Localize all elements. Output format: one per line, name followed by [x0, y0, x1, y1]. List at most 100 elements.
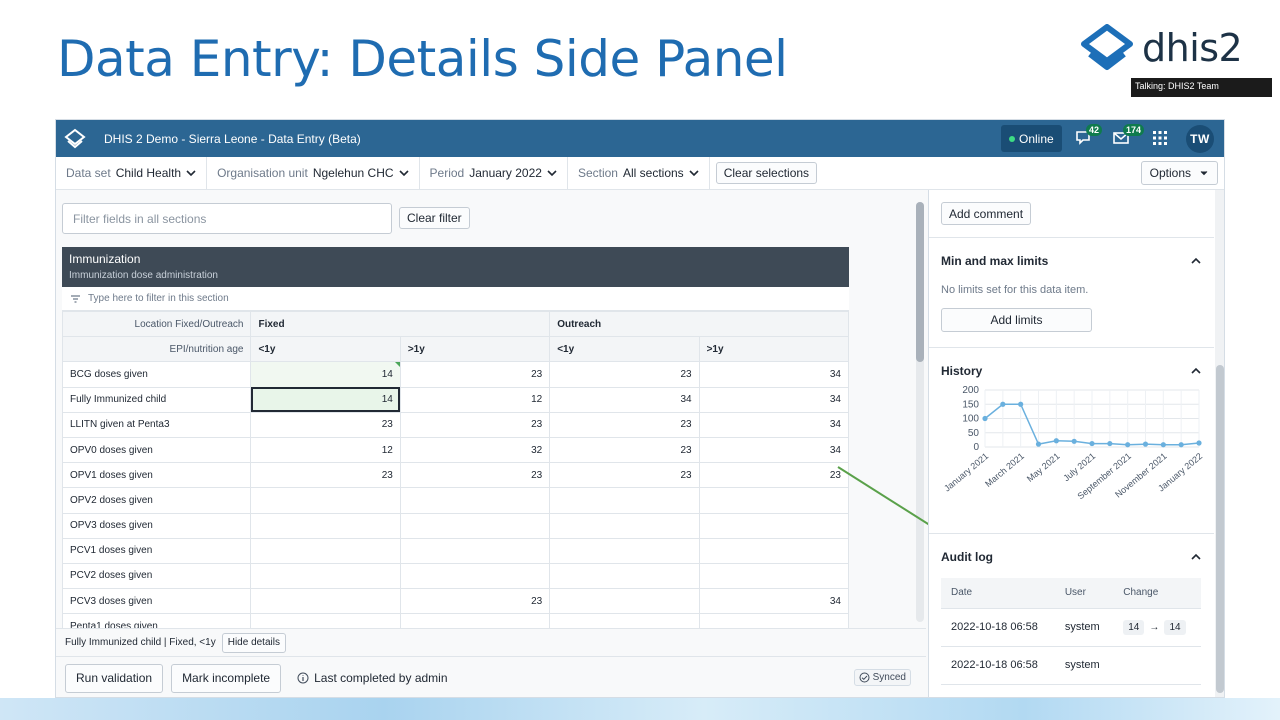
add-limits-button[interactable]: Add limits	[941, 308, 1092, 332]
value-input-cell[interactable]	[399, 562, 551, 590]
value-input-cell[interactable]: 14	[250, 361, 401, 388]
side-panel-scrollbar-thumb[interactable]	[1216, 365, 1224, 693]
value-input-cell[interactable]: 23	[399, 361, 551, 388]
options-button[interactable]: Options	[1140, 161, 1218, 185]
col-header-outreach-lt1: <1y	[549, 336, 700, 363]
grid-row: OPV3 doses given	[61, 512, 850, 539]
chart-point	[1035, 441, 1042, 447]
messages-button[interactable]: 174	[1111, 124, 1145, 150]
dhis2-app-icon[interactable]	[64, 128, 86, 150]
value-input-cell[interactable]	[549, 537, 700, 564]
value-input-cell[interactable]	[549, 487, 700, 514]
grid-header-age: EPI/nutrition age <1y >1y <1y >1y	[61, 336, 850, 363]
value-input-cell[interactable]: 14	[250, 386, 401, 413]
section-filter-placeholder: Type here to filter in this section	[88, 293, 229, 304]
orgunit-label: Organisation unit	[217, 166, 308, 180]
value-input-cell[interactable]: 23	[549, 361, 700, 388]
value-input-cell[interactable]	[250, 588, 401, 615]
chart-point	[1125, 442, 1131, 448]
value-input-cell[interactable]: 34	[698, 436, 850, 464]
audit-date: 2022-10-18 06:58	[941, 646, 1055, 685]
period-value: January 2022	[469, 166, 542, 180]
value-input-cell[interactable]: 23	[549, 436, 700, 464]
value-input-cell[interactable]: 23	[399, 462, 551, 489]
value-input-cell[interactable]: 23	[549, 462, 700, 489]
chart-point	[982, 415, 988, 422]
value-input-cell[interactable]	[549, 512, 700, 539]
dataset-value: Child Health	[115, 166, 182, 180]
profile-avatar[interactable]: TW	[1186, 125, 1214, 153]
value-input-cell[interactable]: 23	[399, 588, 551, 615]
hide-details-button[interactable]: Hide details	[221, 632, 286, 653]
value-input-cell[interactable]: 34	[698, 361, 850, 388]
completion-status: Last completed by admin	[297, 671, 448, 685]
online-status[interactable]: Online	[1001, 125, 1062, 152]
section-value: All sections	[622, 166, 684, 180]
info-icon	[297, 672, 309, 684]
value-input-cell[interactable]: 34	[698, 386, 850, 413]
chevron-up-icon[interactable]	[1190, 255, 1202, 267]
interpretations-button[interactable]: 42	[1074, 124, 1103, 150]
add-comment-button[interactable]: Add comment	[941, 202, 1032, 225]
value-input-cell[interactable]	[250, 537, 401, 564]
value-input-cell[interactable]	[399, 512, 551, 539]
data-element-name: PCV1 doses given	[61, 537, 252, 564]
value-input-cell[interactable]	[250, 562, 401, 590]
value-input-cell[interactable]	[698, 562, 850, 590]
selected-item-label: Fully Immunized child | Fixed, <1y	[65, 637, 216, 648]
grid-row: Fully Immunized child 14 12 34 34	[61, 386, 850, 413]
chevron-down-icon	[398, 170, 409, 177]
value-input-cell[interactable]: 34	[698, 588, 850, 615]
side-panel-scrollbar[interactable]	[1215, 190, 1224, 697]
value-input-cell[interactable]: 12	[250, 436, 401, 464]
value-input-cell[interactable]	[399, 537, 551, 564]
clear-selections-button[interactable]: Clear selections	[715, 162, 818, 184]
online-dot-icon	[1009, 135, 1015, 142]
section-filter-input[interactable]: Type here to filter in this section	[62, 287, 849, 311]
period-selector[interactable]: Period January 2022	[420, 156, 568, 190]
value-input-cell[interactable]	[549, 562, 700, 590]
orgunit-selector[interactable]: Organisation unit Ngelehun CHC	[207, 156, 420, 190]
dhis2-logo: dhis2	[1080, 24, 1243, 72]
chart-y-tick-label: 0	[973, 442, 979, 453]
value-input-cell[interactable]: 32	[399, 436, 551, 464]
slide-title: Data Entry: Details Side Panel	[57, 30, 788, 88]
chart-point	[1071, 438, 1077, 444]
value-input-cell[interactable]: 23	[250, 411, 401, 438]
value-input-cell[interactable]	[698, 487, 850, 514]
value-input-cell[interactable]	[549, 588, 700, 615]
dhis2-logo-icon	[1081, 24, 1133, 70]
chevron-up-icon[interactable]	[1190, 551, 1202, 563]
value-input-cell[interactable]: 12	[399, 386, 551, 413]
run-validation-button[interactable]: Run validation	[65, 663, 164, 693]
chart-x-tick-label: May 2021	[1025, 451, 1062, 484]
form-scrollbar-thumb[interactable]	[916, 202, 924, 362]
value-input-cell[interactable]	[250, 487, 401, 514]
value-input-cell[interactable]: 23	[698, 462, 850, 489]
apps-menu-button[interactable]	[1150, 128, 1172, 150]
minmax-block: Min and max limits No limits set for thi…	[929, 238, 1214, 348]
filter-all-sections-input[interactable]: Filter fields in all sections	[62, 203, 392, 234]
apps-grid-icon	[1153, 131, 1167, 145]
value-input-cell[interactable]: 23	[250, 462, 401, 489]
value-input-cell[interactable]	[698, 512, 850, 539]
chart-point	[1107, 440, 1113, 447]
value-input-cell[interactable]	[399, 487, 551, 514]
value-input-cell[interactable]: 23	[399, 411, 551, 438]
filter-icon	[71, 294, 80, 303]
chevron-up-icon[interactable]	[1190, 365, 1202, 377]
context-selection-bar: Data set Child Health Organisation unit …	[56, 156, 1224, 190]
clear-filter-button[interactable]: Clear filter	[399, 207, 470, 229]
value-input-cell[interactable]: 23	[549, 411, 700, 438]
dataset-selector[interactable]: Data set Child Health	[56, 156, 208, 190]
value-input-cell[interactable]	[250, 512, 401, 539]
mark-incomplete-button[interactable]: Mark incomplete	[171, 663, 282, 693]
col-header-fixed-gt1: >1y	[399, 336, 551, 363]
audit-header-date: Date	[941, 578, 1055, 609]
value-input-cell[interactable]	[698, 537, 850, 564]
form-scrollbar[interactable]	[916, 202, 924, 622]
value-input-cell[interactable]: 34	[698, 411, 850, 438]
section-selector[interactable]: Section All sections	[568, 156, 710, 190]
value-input-cell[interactable]: 34	[549, 386, 700, 413]
chart-point	[1000, 401, 1006, 407]
